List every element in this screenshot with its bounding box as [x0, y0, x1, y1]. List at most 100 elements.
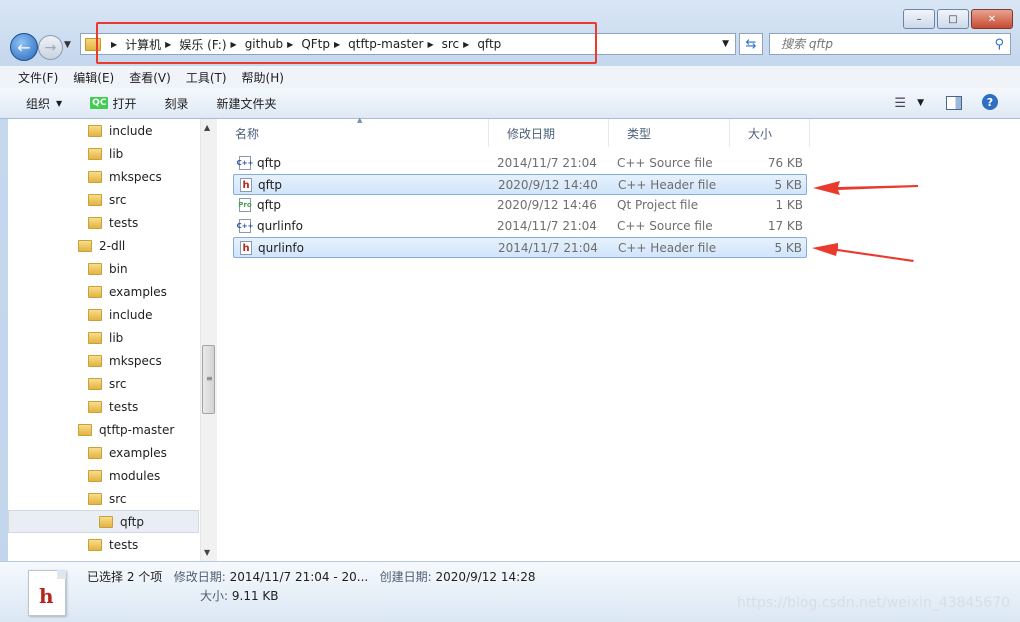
file-list: 名称 ▲ 修改日期 类型 大小 C++ qftp 2014/11/7 21:04 C++… [217, 116, 1020, 561]
tree-item[interactable]: examples [88, 280, 167, 303]
new-folder-button[interactable]: 新建文件夹 [216, 95, 276, 112]
column-date[interactable]: 修改日期 [489, 119, 609, 147]
search-icon[interactable]: ⚲ [994, 37, 1004, 52]
tree-item[interactable]: 2-dll [78, 234, 125, 257]
open-button[interactable]: QC 打开 [90, 95, 136, 112]
watermark: https://blog.csdn.net/weixin_43845670 [737, 595, 1011, 611]
file-name: qurlinfo [258, 241, 304, 255]
refresh-button[interactable]: ⇆ [739, 33, 763, 55]
header-file-large-icon: h [28, 570, 66, 616]
tree-item[interactable]: bin [88, 257, 128, 280]
file-date: 2020/9/12 14:40 [498, 178, 598, 192]
h-file-icon: h [240, 178, 252, 192]
search-box[interactable]: ⚲ [769, 33, 1011, 55]
tree-item[interactable]: tests [88, 211, 138, 234]
view-options-icon[interactable]: ☰ [894, 96, 906, 111]
menu-tools[interactable]: 工具(T) [186, 69, 227, 86]
sort-ascending-icon: ▲ [357, 116, 363, 124]
tree-item[interactable]: src [88, 372, 127, 395]
folder-icon [88, 193, 102, 206]
file-type: C++ Header file [618, 178, 717, 192]
folder-icon [88, 216, 102, 229]
tree-item[interactable]: lib [88, 326, 123, 349]
tree-item-label: src [109, 192, 127, 207]
tree-item-label: mkspecs [109, 169, 162, 184]
tree-item[interactable]: include [88, 119, 152, 142]
menu-file[interactable]: 文件(F) [18, 69, 58, 86]
tree-item[interactable]: src [88, 487, 127, 510]
maximize-button[interactable]: □ [937, 9, 969, 29]
command-bar: 组织 ▼ QC 打开 刻录 新建文件夹 ☰ ▼ ? [0, 88, 1020, 119]
organize-label: 组织 [26, 96, 51, 111]
tree-item[interactable]: modules [88, 464, 160, 487]
tree-item-label: tests [109, 399, 139, 414]
tree-item[interactable]: mkspecs [88, 165, 162, 188]
organize-button[interactable]: 组织 ▼ [26, 95, 62, 112]
scroll-up-icon[interactable]: ▲ [204, 123, 210, 132]
file-name: qftp [258, 178, 282, 192]
column-size[interactable]: 大小 [730, 119, 810, 147]
folder-icon [78, 423, 92, 436]
tree-item[interactable]: mkspecs [88, 349, 162, 372]
file-row[interactable]: C++ qurlinfo 2014/11/7 21:04 C++ Source fil… [233, 216, 807, 237]
tree-item[interactable]: qftp [8, 510, 199, 533]
tree-item[interactable]: tests [88, 395, 138, 418]
tree-item-label: examples [109, 445, 167, 460]
details-line-2: 大小: 9.11 KB [200, 587, 279, 604]
search-input[interactable] [779, 36, 983, 52]
back-button[interactable]: ← [10, 33, 38, 61]
file-date: 2020/9/12 14:46 [497, 198, 597, 212]
menu-view[interactable]: 查看(V) [129, 69, 171, 86]
file-row[interactable]: C++ qftp 2014/11/7 21:04 C++ Source file 76 … [233, 153, 807, 174]
file-type: C++ Source file [617, 156, 713, 170]
menu-help[interactable]: 帮助(H) [242, 69, 284, 86]
folder-icon [88, 331, 102, 344]
back-arrow-icon: ← [17, 37, 31, 57]
tree-item[interactable]: lib [88, 142, 123, 165]
burn-button[interactable]: 刻录 [164, 95, 188, 112]
file-type: C++ Header file [618, 241, 717, 255]
file-row[interactable]: h qftp 2020/9/12 14:40 C++ Header file 5 KB [233, 174, 807, 195]
tree-item[interactable]: include [88, 303, 152, 326]
file-name: qurlinfo [257, 219, 303, 233]
file-date: 2014/11/7 21:04 [497, 219, 597, 233]
file-type: Qt Project file [617, 198, 699, 212]
view-dropdown[interactable]: ▼ [917, 98, 924, 108]
tree-item[interactable]: src [88, 188, 127, 211]
help-icon[interactable]: ? [982, 94, 998, 110]
tree-item-label: src [109, 491, 127, 506]
folder-icon [78, 239, 92, 252]
minimize-button[interactable]: – [903, 9, 935, 29]
scrollbar-thumb[interactable]: ≡ [202, 345, 215, 414]
tree-item[interactable]: tests [88, 533, 138, 556]
folder-icon [88, 469, 102, 482]
scroll-down-icon[interactable]: ▼ [204, 548, 210, 557]
folder-icon [88, 377, 102, 390]
column-type-label: 类型 [627, 126, 652, 141]
file-row[interactable]: h qurlinfo 2014/11/7 21:04 C++ Header file 5… [233, 237, 807, 258]
folder-icon [88, 308, 102, 321]
details-pane: h 已选择 2 个项 修改日期: 2014/11/7 21:04 - 20...… [0, 561, 1020, 622]
chevron-down-icon: ▼ [56, 98, 63, 108]
preview-pane-icon[interactable] [946, 96, 962, 110]
menu-edit[interactable]: 编辑(E) [73, 69, 114, 86]
column-date-label: 修改日期 [507, 126, 556, 141]
tree-item[interactable]: examples [88, 441, 167, 464]
tree-item-label: include [109, 307, 153, 322]
recent-pages-dropdown[interactable]: ▼ [64, 40, 71, 50]
cpp-file-icon: C++ [237, 156, 253, 170]
forward-button[interactable]: → [38, 35, 63, 60]
tree-item-label: src [109, 376, 127, 391]
close-button[interactable]: ✕ [971, 9, 1013, 29]
file-row[interactable]: Pro qftp 2020/9/12 14:46 Qt Project file 1 K… [233, 195, 807, 216]
file-size: 17 KB [767, 219, 803, 233]
column-type[interactable]: 类型 [609, 119, 730, 147]
tree-item[interactable]: qtftp-master [78, 418, 174, 441]
address-dropdown[interactable]: ▼ [722, 39, 729, 49]
selected-count: 已选择 2 个项 [87, 570, 163, 584]
column-name[interactable]: 名称 ▲ [217, 116, 489, 147]
folder-icon [88, 262, 102, 275]
tree-scrollbar[interactable]: ▲ ≡ ▼ [200, 119, 217, 561]
file-date: 2014/11/7 21:04 [497, 156, 597, 170]
pro-file-icon: Pro [238, 198, 252, 212]
